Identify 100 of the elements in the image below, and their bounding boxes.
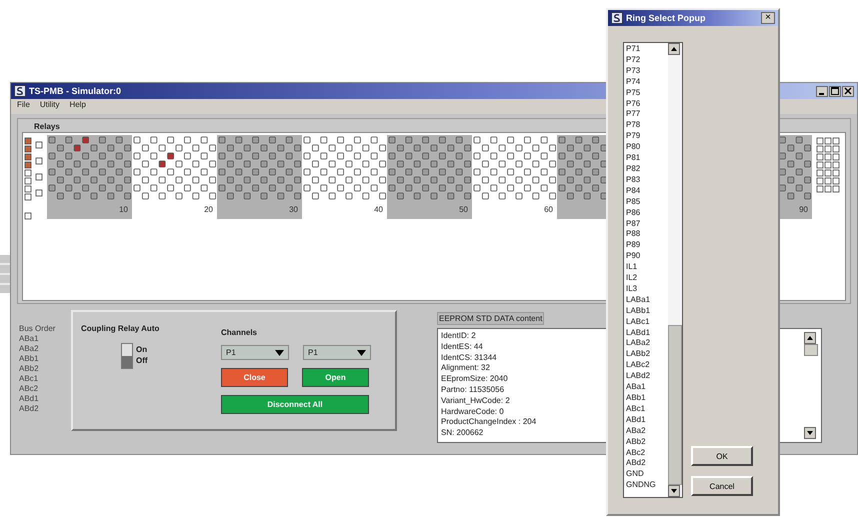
relay-square[interactable] (158, 176, 166, 184)
menu-item[interactable]: File (17, 100, 30, 113)
relay-square[interactable] (65, 168, 72, 176)
relay-square[interactable] (405, 168, 412, 176)
relay-square[interactable] (354, 136, 361, 144)
relay-square[interactable] (532, 192, 540, 200)
relay-square[interactable] (200, 168, 208, 176)
relay-square[interactable] (320, 136, 328, 144)
scrollbar-thumb[interactable] (804, 344, 818, 356)
relay-square[interactable] (482, 160, 489, 168)
list-item[interactable]: P85 (626, 196, 668, 208)
list-item[interactable]: P76 (626, 98, 668, 110)
relay-square[interactable] (36, 142, 42, 148)
relay-square[interactable] (456, 136, 463, 144)
relay-square[interactable] (150, 152, 158, 160)
relay-square[interactable] (328, 176, 336, 184)
relay-square[interactable] (447, 176, 454, 184)
relay-square[interactable] (516, 160, 522, 168)
relay-square[interactable] (370, 152, 378, 160)
relay-square[interactable] (370, 168, 378, 176)
relay-square[interactable] (184, 184, 191, 192)
relay-square[interactable] (540, 152, 548, 160)
relay-square[interactable] (277, 160, 284, 168)
relay-square[interactable] (150, 184, 158, 192)
relay-square[interactable] (74, 160, 81, 168)
list-item[interactable]: ABd2 (626, 458, 668, 470)
relay-square[interactable] (192, 160, 200, 168)
list-item[interactable]: P83 (626, 174, 668, 186)
relay-square[interactable] (142, 144, 149, 152)
relay-square[interactable] (116, 168, 123, 176)
relay-square[interactable] (235, 152, 242, 160)
relay-square[interactable] (328, 160, 336, 168)
relay-square[interactable] (532, 160, 540, 168)
list-item[interactable]: P79 (626, 131, 668, 142)
relay-square[interactable] (379, 176, 386, 184)
list-item[interactable]: P80 (626, 142, 668, 154)
relay-square[interactable] (532, 144, 540, 152)
list-item[interactable]: P90 (626, 251, 668, 262)
list-item[interactable]: ABc1 (626, 404, 668, 415)
channel-dropdown[interactable]: P1 (303, 345, 371, 360)
menu-item[interactable]: Utility (40, 100, 60, 113)
relay-square[interactable] (176, 176, 182, 184)
relay-square[interactable] (524, 184, 531, 192)
relay-square[interactable] (482, 176, 489, 184)
relay-square[interactable] (286, 184, 293, 192)
relay-square[interactable] (354, 184, 361, 192)
relay-square[interactable] (244, 176, 251, 184)
relay-square[interactable] (167, 136, 174, 144)
relay-square[interactable] (414, 160, 421, 168)
relay-square[interactable] (447, 160, 454, 168)
relay-square[interactable] (74, 192, 81, 200)
ring-list[interactable]: P71 P72 P73 P74 P75 P76 P77 P78 P79 P80 P81 P82 P83 P84 P85 P86 P87 P88 P89 P90 IL1 IL2 IL3 LABa1 LABb1 LABc1 LABd1 LABa2 LABb2 LABc2 LABd2 ABa1 ABb1 ABc1 ABd1 ABa2 ABb2 ABc2 ABd2 GND GNDNG (623, 42, 683, 498)
relay-square[interactable] (107, 192, 114, 200)
list-item[interactable]: GNDNG (626, 480, 668, 492)
list-item[interactable]: LABd2 (626, 371, 668, 382)
relay-square[interactable] (370, 184, 378, 192)
list-item[interactable]: IL2 (626, 273, 668, 284)
relay-square[interactable] (532, 176, 540, 184)
list-item[interactable]: LABc1 (626, 316, 668, 328)
relay-square[interactable] (490, 168, 498, 176)
relay-square[interactable] (65, 152, 72, 160)
relay-square[interactable] (65, 184, 72, 192)
relay-square[interactable] (549, 160, 556, 168)
relay-square[interactable] (286, 168, 293, 176)
relay-square[interactable] (167, 184, 174, 192)
list-item[interactable]: LABb2 (626, 349, 668, 360)
relay-square[interactable] (192, 176, 200, 184)
list-item[interactable]: ABa2 (626, 426, 668, 437)
relay-square[interactable] (286, 136, 293, 144)
relay-square[interactable] (200, 184, 208, 192)
ok-button[interactable]: OK (691, 446, 753, 466)
relay-square[interactable] (456, 168, 463, 176)
relay-square[interactable] (379, 144, 386, 152)
relay-square[interactable] (405, 152, 412, 160)
relay-square[interactable] (36, 174, 42, 180)
relay-square[interactable] (456, 184, 463, 192)
relay-square[interactable] (498, 144, 506, 152)
relay-square[interactable] (184, 168, 191, 176)
relay-square[interactable] (482, 192, 489, 200)
list-item[interactable]: P84 (626, 186, 668, 197)
list-item[interactable]: P88 (626, 229, 668, 240)
relay-square[interactable] (549, 176, 556, 184)
relay-square[interactable] (320, 168, 328, 176)
cancel-button[interactable]: Cancel (691, 476, 753, 496)
relay-square[interactable] (370, 136, 378, 144)
relay-square[interactable] (277, 144, 284, 152)
relay-square[interactable] (36, 190, 42, 196)
relay-square[interactable] (312, 160, 319, 168)
relay-square[interactable] (490, 184, 498, 192)
relay-square[interactable] (474, 168, 480, 176)
relay-square[interactable] (498, 176, 506, 184)
relay-square[interactable] (447, 192, 454, 200)
relay-square[interactable] (362, 192, 370, 200)
relay-square[interactable] (65, 136, 72, 144)
relay-square[interactable] (235, 168, 242, 176)
list-item[interactable]: LABd1 (626, 328, 668, 338)
list-item[interactable]: LABa2 (626, 338, 668, 350)
relay-square[interactable] (158, 192, 166, 200)
list-item[interactable]: ABc2 (626, 448, 668, 458)
relay-square[interactable] (498, 192, 506, 200)
